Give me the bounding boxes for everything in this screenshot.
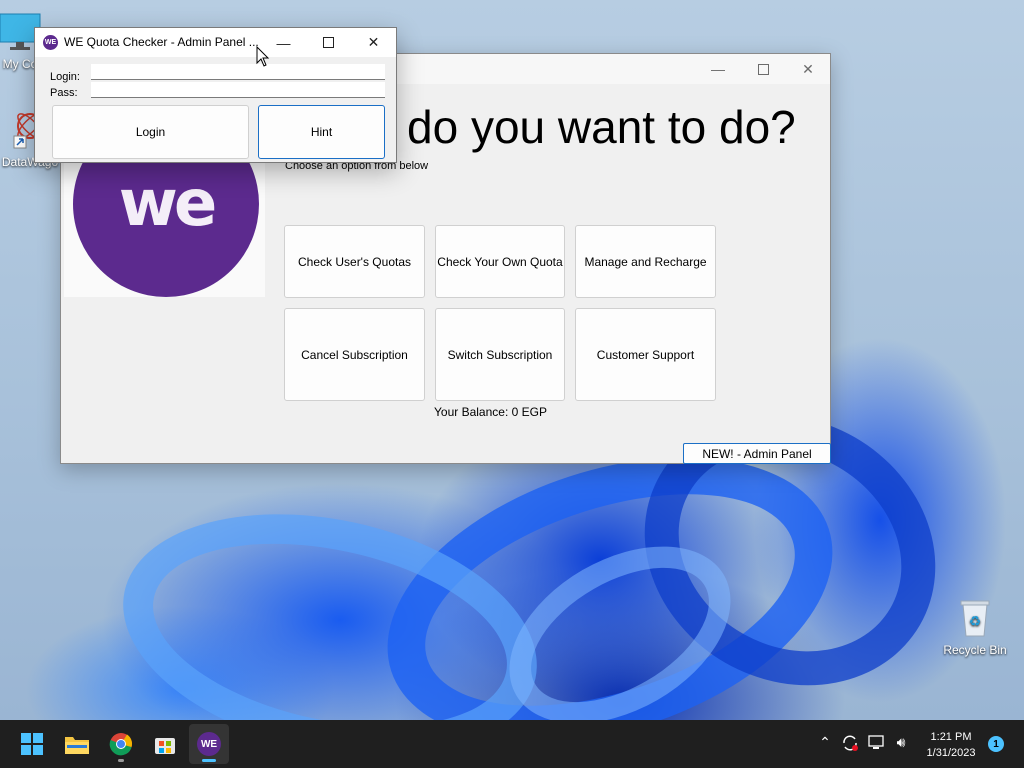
page-title: do you want to do? bbox=[407, 101, 796, 153]
we-logo: we bbox=[64, 149, 265, 297]
maximize-icon bbox=[323, 37, 334, 48]
desktop-icon-recycle-bin[interactable]: ♻ Recycle Bin bbox=[937, 598, 1013, 657]
we-app-icon: WE bbox=[197, 732, 221, 756]
minimize-icon: — bbox=[711, 61, 725, 77]
maximize-button[interactable] bbox=[740, 54, 786, 84]
balance-label: Your Balance: 0 EGP bbox=[434, 405, 547, 419]
we-logo-circle: we bbox=[73, 149, 259, 297]
taskbar-we-app[interactable]: WE bbox=[189, 724, 229, 764]
switch-subscription-button[interactable]: Switch Subscription bbox=[435, 308, 565, 401]
recycle-bin-icon: ♻ bbox=[960, 600, 990, 637]
mouse-cursor-icon bbox=[256, 46, 270, 67]
pass-input[interactable] bbox=[91, 82, 385, 98]
cancel-subscription-button[interactable]: Cancel Subscription bbox=[284, 308, 425, 401]
taskbar-clock[interactable]: 1:21 PM 1/31/2023 bbox=[918, 729, 984, 761]
file-explorer-icon bbox=[65, 737, 89, 754]
desktop-icon-label: Recycle Bin bbox=[943, 643, 1007, 657]
admin-panel-button[interactable]: NEW! - Admin Panel bbox=[683, 443, 831, 464]
volume-icon[interactable]: 🔊︎ bbox=[891, 734, 911, 751]
login-titlebar[interactable]: WE WE Quota Checker - Admin Panel ... — … bbox=[35, 28, 396, 57]
login-label: Login: bbox=[50, 71, 80, 83]
clock-date: 1/31/2023 bbox=[926, 747, 976, 759]
sync-icon[interactable] bbox=[840, 733, 860, 753]
taskbar-microsoft-store[interactable] bbox=[145, 724, 185, 764]
admin-login-window: WE WE Quota Checker - Admin Panel ... — … bbox=[34, 27, 397, 163]
pass-label: Pass: bbox=[50, 87, 78, 99]
hint-button[interactable]: Hint bbox=[258, 105, 385, 159]
maximize-button[interactable] bbox=[306, 28, 351, 57]
check-users-quotas-button[interactable]: Check User's Quotas bbox=[284, 225, 425, 298]
minimize-button[interactable]: — bbox=[695, 54, 741, 84]
taskbar-chrome[interactable] bbox=[101, 724, 141, 764]
network-icon[interactable] bbox=[867, 734, 887, 752]
taskbar: WE ⌃ 🔊︎ 1:21 PM 1/31/2023 bbox=[0, 720, 1024, 768]
close-icon: ✕ bbox=[802, 60, 814, 77]
chrome-icon bbox=[109, 733, 133, 756]
login-input[interactable] bbox=[91, 64, 385, 80]
clock-time: 1:21 PM bbox=[930, 731, 972, 743]
we-logo-text: we bbox=[118, 167, 218, 241]
taskbar-file-explorer[interactable] bbox=[57, 724, 97, 764]
manage-recharge-button[interactable]: Manage and Recharge bbox=[575, 225, 716, 298]
running-indicator bbox=[118, 759, 124, 762]
minimize-icon: — bbox=[276, 34, 291, 51]
login-button[interactable]: Login bbox=[52, 105, 249, 159]
windows-start-icon bbox=[21, 733, 43, 755]
start-button[interactable] bbox=[12, 724, 52, 764]
close-button[interactable]: ✕ bbox=[785, 54, 831, 84]
check-own-quota-button[interactable]: Check Your Own Quota bbox=[435, 225, 565, 298]
active-indicator bbox=[202, 759, 216, 762]
close-button[interactable]: ✕ bbox=[351, 28, 396, 57]
close-icon: ✕ bbox=[367, 34, 380, 50]
svg-text:♻: ♻ bbox=[969, 613, 982, 629]
window-title: WE Quota Checker - Admin Panel ... bbox=[64, 35, 259, 49]
microsoft-store-icon bbox=[155, 738, 175, 754]
we-app-icon: WE bbox=[43, 35, 58, 50]
notification-badge[interactable]: 1 bbox=[988, 736, 1004, 752]
maximize-icon bbox=[757, 63, 769, 75]
customer-support-button[interactable]: Customer Support bbox=[575, 308, 716, 401]
show-hidden-icons-chevron-icon[interactable]: ⌃ bbox=[815, 734, 835, 751]
